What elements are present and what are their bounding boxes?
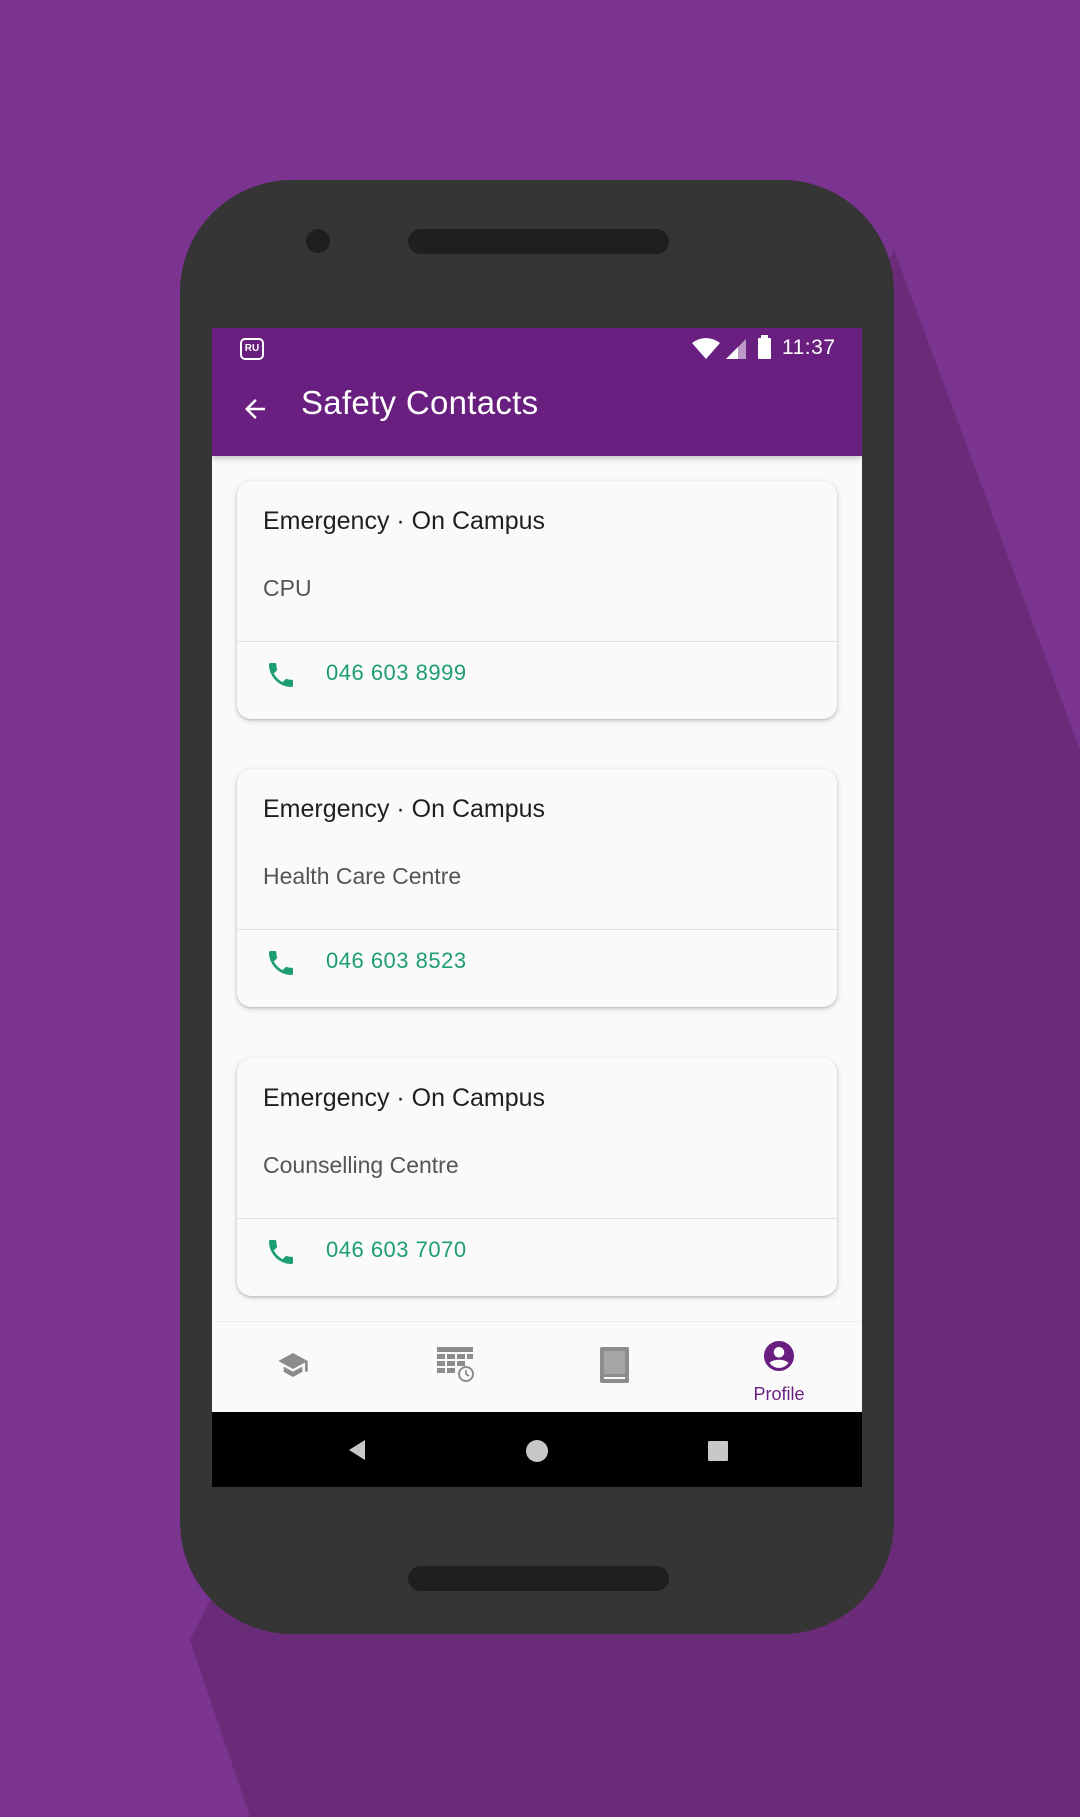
contact-name: CPU xyxy=(263,575,312,601)
timetable-icon xyxy=(437,1347,474,1382)
system-back-icon[interactable] xyxy=(347,1439,367,1461)
bottom-navigation: Profile xyxy=(212,1321,862,1412)
ru-app-icon: RU xyxy=(240,338,264,360)
battery-icon xyxy=(758,338,771,359)
nav-item-timetable[interactable] xyxy=(374,1322,536,1413)
contact-name: Health Care Centre xyxy=(263,863,462,889)
wifi-icon xyxy=(692,338,720,359)
profile-icon xyxy=(764,1341,794,1371)
nav-item-profile[interactable]: Profile xyxy=(698,1322,860,1413)
bottom-speaker xyxy=(408,1566,669,1591)
front-camera xyxy=(306,229,330,253)
contact-phone-link[interactable]: 046 603 7070 xyxy=(326,1237,467,1263)
phone-icon[interactable] xyxy=(265,947,297,979)
system-navigation-bar xyxy=(212,1412,862,1487)
nav-item-courses[interactable] xyxy=(212,1322,374,1413)
nav-label-profile: Profile xyxy=(753,1384,805,1404)
contact-category: Emergency · On Campus xyxy=(263,507,546,535)
status-bar: RU 11:37 xyxy=(212,328,862,370)
nav-item-library[interactable] xyxy=(536,1322,698,1413)
contact-category: Emergency · On Campus xyxy=(263,795,546,823)
page-title: Safety Contacts xyxy=(301,384,539,421)
phone-icon[interactable] xyxy=(265,1236,297,1268)
back-arrow-icon[interactable] xyxy=(240,394,270,424)
status-icons xyxy=(692,335,771,359)
contact-phone-link[interactable]: 046 603 8523 xyxy=(326,948,467,974)
contact-phone-link[interactable]: 046 603 8999 xyxy=(326,660,467,686)
contact-category: Emergency · On Campus xyxy=(263,1084,546,1112)
book-icon xyxy=(600,1347,629,1383)
card-divider xyxy=(237,1218,837,1219)
contact-card: Emergency · On Campus Counselling Centre… xyxy=(237,1058,837,1296)
app-bar: RU 11:37 Safety Contacts xyxy=(212,328,862,456)
contact-name: Counselling Centre xyxy=(263,1152,459,1178)
contact-card: Emergency · On Campus Health Care Centre… xyxy=(237,769,837,1007)
top-speaker xyxy=(408,229,669,254)
status-time: 11:37 xyxy=(782,336,836,359)
graduation-cap-icon xyxy=(278,1353,308,1377)
card-divider xyxy=(237,641,837,642)
contact-card: Emergency · On Campus CPU 046 603 8999 xyxy=(237,481,837,719)
system-home-icon[interactable] xyxy=(525,1439,549,1463)
phone-screen: RU 11:37 Safety Contacts Emergency · On … xyxy=(212,328,862,1487)
phone-icon[interactable] xyxy=(265,659,297,691)
system-recents-icon[interactable] xyxy=(708,1441,728,1461)
card-divider xyxy=(237,929,837,930)
